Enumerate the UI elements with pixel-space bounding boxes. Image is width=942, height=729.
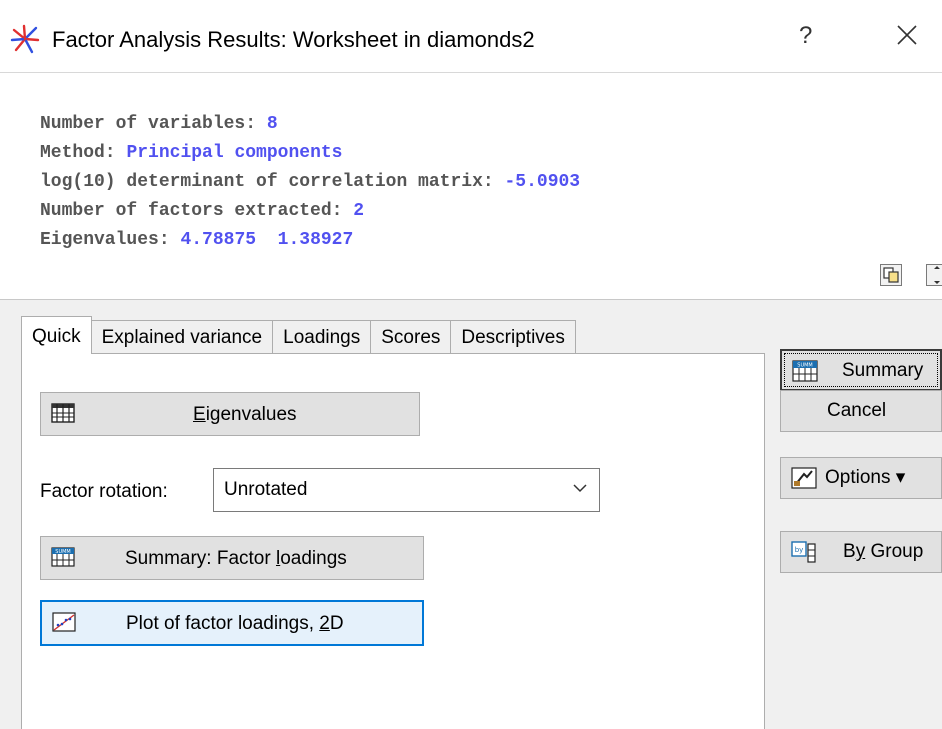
factor-rotation-value: Unrotated: [224, 479, 308, 500]
summary-table-icon: SUMM: [792, 360, 818, 382]
svg-text:by: by: [795, 546, 804, 554]
summary-factor-loadings-label: Summary: Factor loadings: [125, 548, 347, 569]
summary-button-label: Summary: [842, 360, 924, 381]
tab-scores[interactable]: Scores: [370, 320, 452, 354]
plot-factor-loadings-2d-button[interactable]: Plot of factor loadings, 2D: [40, 600, 424, 646]
title-bar: Factor Analysis Results: Worksheet in di…: [0, 0, 942, 73]
options-button-label: Options ▾: [825, 467, 906, 488]
summary-method: Method: Principal components: [40, 143, 343, 163]
cancel-button[interactable]: Cancel: [780, 390, 942, 432]
summary-factor-loadings-button[interactable]: SUMM Summary: Factor loadings: [40, 536, 424, 580]
copy-icon: [883, 267, 899, 283]
summary-eigenvalues: Eigenvalues: 4.78875 1.38927: [40, 230, 354, 250]
eigenvalues-button-label: Eigenvalues: [193, 404, 297, 425]
spreadsheet-icon: [51, 403, 75, 423]
arrows-icon: [934, 266, 940, 284]
options-button[interactable]: Options ▾: [780, 457, 942, 499]
expand-button[interactable]: [926, 264, 942, 286]
summary-button[interactable]: SUMM Summary: [780, 349, 942, 391]
by-group-button[interactable]: by By Group: [780, 531, 942, 573]
summary-factors: Number of factors extracted: 2: [40, 201, 365, 221]
factor-rotation-label: Factor rotation:: [40, 481, 168, 502]
tab-quick[interactable]: Quick: [21, 316, 92, 354]
svg-text:SUMM: SUMM: [797, 363, 812, 369]
tab-loadings[interactable]: Loadings: [272, 320, 372, 354]
close-icon[interactable]: [890, 18, 924, 52]
by-group-button-label: By Group: [843, 541, 924, 562]
factor-rotation-select[interactable]: Unrotated: [213, 468, 600, 512]
summary-variables: Number of variables: 8: [40, 114, 278, 134]
chevron-down-icon: [573, 484, 587, 493]
window-title: Factor Analysis Results: Worksheet in di…: [52, 27, 535, 52]
help-button[interactable]: ?: [799, 22, 812, 50]
summary-table-icon: SUMM: [51, 547, 75, 567]
cancel-button-label: Cancel: [827, 400, 887, 421]
eigenvalues-button[interactable]: Eigenvalues: [40, 392, 420, 436]
copy-button[interactable]: [880, 264, 902, 286]
statistica-app-icon: [10, 24, 40, 54]
scatterplot-icon: [52, 612, 76, 632]
plot-factor-loadings-label: Plot of factor loadings, 2D: [126, 613, 344, 634]
by-group-icon: by: [791, 541, 816, 563]
results-summary: Number of variables: 8 Method: Principal…: [40, 110, 580, 255]
tab-descriptives[interactable]: Descriptives: [450, 320, 576, 354]
tab-strip: Quick Explained variance Loadings Scores…: [21, 316, 576, 354]
options-icon: [791, 467, 817, 489]
summary-determinant: log(10) determinant of correlation matri…: [40, 172, 581, 192]
tab-explained-variance[interactable]: Explained variance: [90, 320, 274, 354]
